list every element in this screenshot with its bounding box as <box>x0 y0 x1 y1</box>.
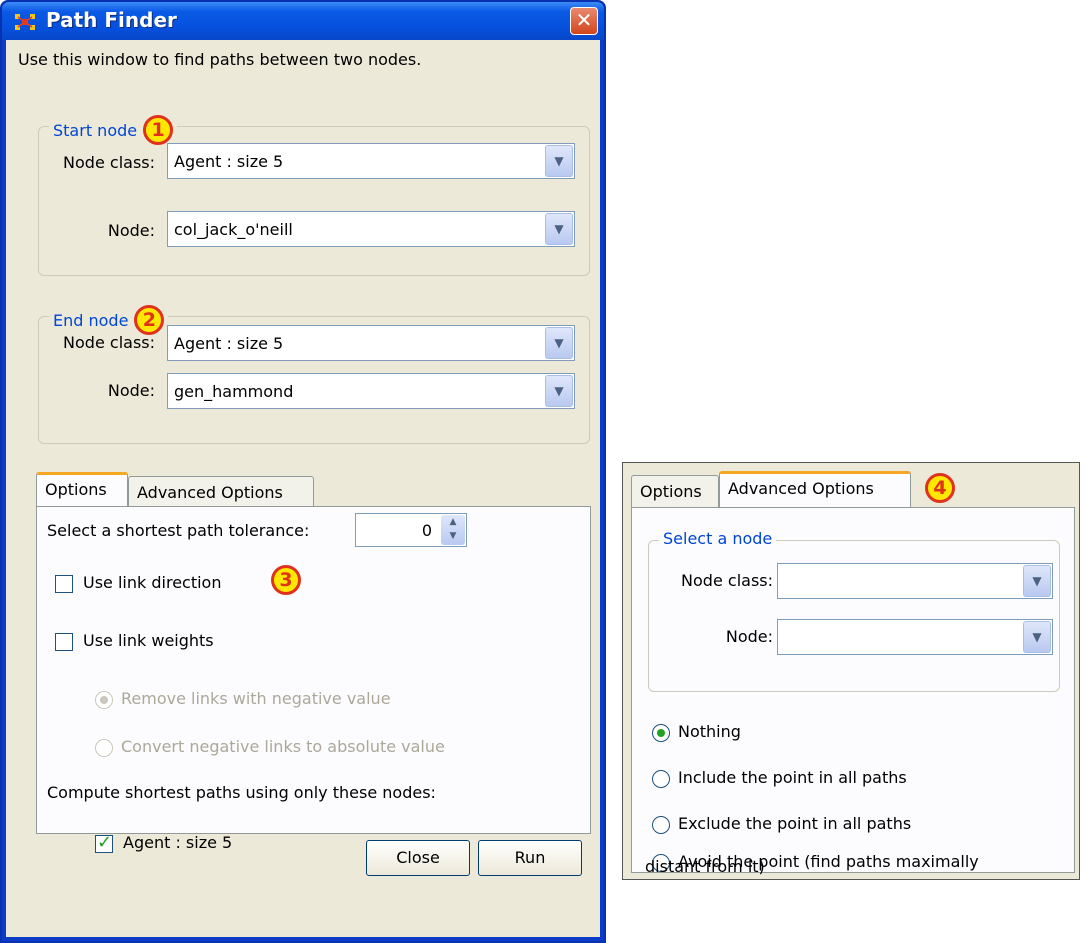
spinner-arrows-icon[interactable]: ▲ ▼ <box>441 515 465 545</box>
start-node-legend-text: Start node <box>53 120 138 140</box>
start-node-class-value: Agent : size 5 <box>174 152 284 171</box>
window-title: Path Finder <box>46 8 177 32</box>
end-node-legend: End node 2 <box>49 305 169 335</box>
tolerance-label: Select a shortest path tolerance: <box>47 521 310 540</box>
chevron-down-icon[interactable]: ▼ <box>1023 621 1051 653</box>
advanced-tab-panel: Select a node Node class: ▼ Node: ▼ Noth… <box>631 507 1075 873</box>
chevron-down-icon[interactable]: ▼ <box>545 213 573 245</box>
start-node-label: Node: <box>107 221 155 240</box>
options-tab-panel: Select a shortest path tolerance: 0 ▲ ▼ U… <box>36 506 591 853</box>
node-class-agent-label[interactable]: Agent : size 5 <box>123 833 232 852</box>
tab-advanced-options[interactable]: Advanced Options <box>719 471 911 507</box>
chevron-down-icon[interactable]: ▼ <box>545 375 573 407</box>
callout-badge-3: 3 <box>271 565 301 595</box>
end-node-value: gen_hammond <box>174 382 294 401</box>
tab-options[interactable]: Options <box>36 472 128 506</box>
run-button[interactable]: Run <box>478 840 582 876</box>
end-node-select[interactable]: gen_hammond ▼ <box>167 373 575 409</box>
end-node-legend-text: End node <box>53 310 129 330</box>
intro-text: Use this window to find paths between tw… <box>18 50 422 69</box>
start-node-value: col_jack_o'neill <box>174 220 293 239</box>
remove-negative-radio[interactable] <box>95 691 113 709</box>
use-link-direction-label[interactable]: Use link direction <box>83 573 221 592</box>
start-node-class-label: Node class: <box>63 153 155 172</box>
select-node-legend: Select a node <box>659 529 777 548</box>
tab-advanced-options[interactable]: Advanced Options <box>128 476 314 506</box>
end-node-class-select[interactable]: Agent : size 5 ▼ <box>167 325 575 361</box>
callout-badge-4: 4 <box>925 473 955 503</box>
title-bar[interactable]: Path Finder ✕ <box>2 2 604 40</box>
use-link-direction-checkbox[interactable] <box>55 575 73 593</box>
advanced-options-panel: Options Advanced Options 4 Select a node… <box>622 462 1080 880</box>
select-node-label: Node: <box>725 627 773 646</box>
convert-negative-radio[interactable] <box>95 739 113 757</box>
close-button[interactable]: Close <box>366 840 470 876</box>
nothing-label[interactable]: Nothing <box>678 722 741 741</box>
chevron-down-icon[interactable]: ▼ <box>1023 565 1051 597</box>
path-finder-app-icon <box>15 14 35 30</box>
tab-options[interactable]: Options <box>631 475 719 507</box>
callout-badge-2: 2 <box>134 305 165 335</box>
use-link-weights-label[interactable]: Use link weights <box>83 631 214 650</box>
convert-negative-label: Convert negative links to absolute value <box>121 737 445 756</box>
start-node-legend: Start node 1 <box>49 115 178 145</box>
select-node-group: Select a node Node class: ▼ Node: ▼ <box>648 529 1060 692</box>
node-class-agent-checkbox[interactable] <box>95 832 113 853</box>
select-node-class-select[interactable]: ▼ <box>777 563 1053 599</box>
select-node-select[interactable]: ▼ <box>777 619 1053 655</box>
close-window-button[interactable]: ✕ <box>570 7 598 35</box>
close-icon: ✕ <box>575 8 593 32</box>
path-finder-window: Path Finder ✕ Use this window to find pa… <box>0 0 606 943</box>
nothing-radio[interactable] <box>652 724 670 742</box>
chevron-down-icon[interactable]: ▼ <box>545 145 573 177</box>
remove-negative-label: Remove links with negative value <box>121 689 391 708</box>
include-point-label[interactable]: Include the point in all paths <box>678 768 907 787</box>
exclude-point-radio[interactable] <box>652 816 670 834</box>
end-node-class-label: Node class: <box>63 333 155 352</box>
include-point-radio[interactable] <box>652 770 670 788</box>
end-node-group: End node 2 Node class: Agent : size 5 ▼ … <box>38 305 590 444</box>
tolerance-value: 0 <box>421 521 432 540</box>
start-node-select[interactable]: col_jack_o'neill ▼ <box>167 211 575 247</box>
start-node-class-select[interactable]: Agent : size 5 ▼ <box>167 143 575 179</box>
exclude-point-label[interactable]: Exclude the point in all paths <box>678 814 911 833</box>
select-node-class-label: Node class: <box>681 571 773 590</box>
compute-paths-label: Compute shortest paths using only these … <box>47 783 436 802</box>
chevron-down-icon[interactable]: ▼ <box>545 327 573 359</box>
end-node-label: Node: <box>107 381 155 400</box>
callout-badge-1: 1 <box>143 115 174 145</box>
start-node-group: Start node 1 Node class: Agent : size 5 … <box>38 115 590 276</box>
select-node-legend-text: Select a node <box>663 529 773 548</box>
use-link-weights-checkbox[interactable] <box>55 633 73 651</box>
tolerance-spinner[interactable]: 0 ▲ ▼ <box>355 513 467 547</box>
avoid-point-label-line2[interactable]: distant from it) <box>645 857 765 876</box>
end-node-class-value: Agent : size 5 <box>174 334 284 353</box>
window-client-area: Use this window to find paths between tw… <box>6 40 600 937</box>
